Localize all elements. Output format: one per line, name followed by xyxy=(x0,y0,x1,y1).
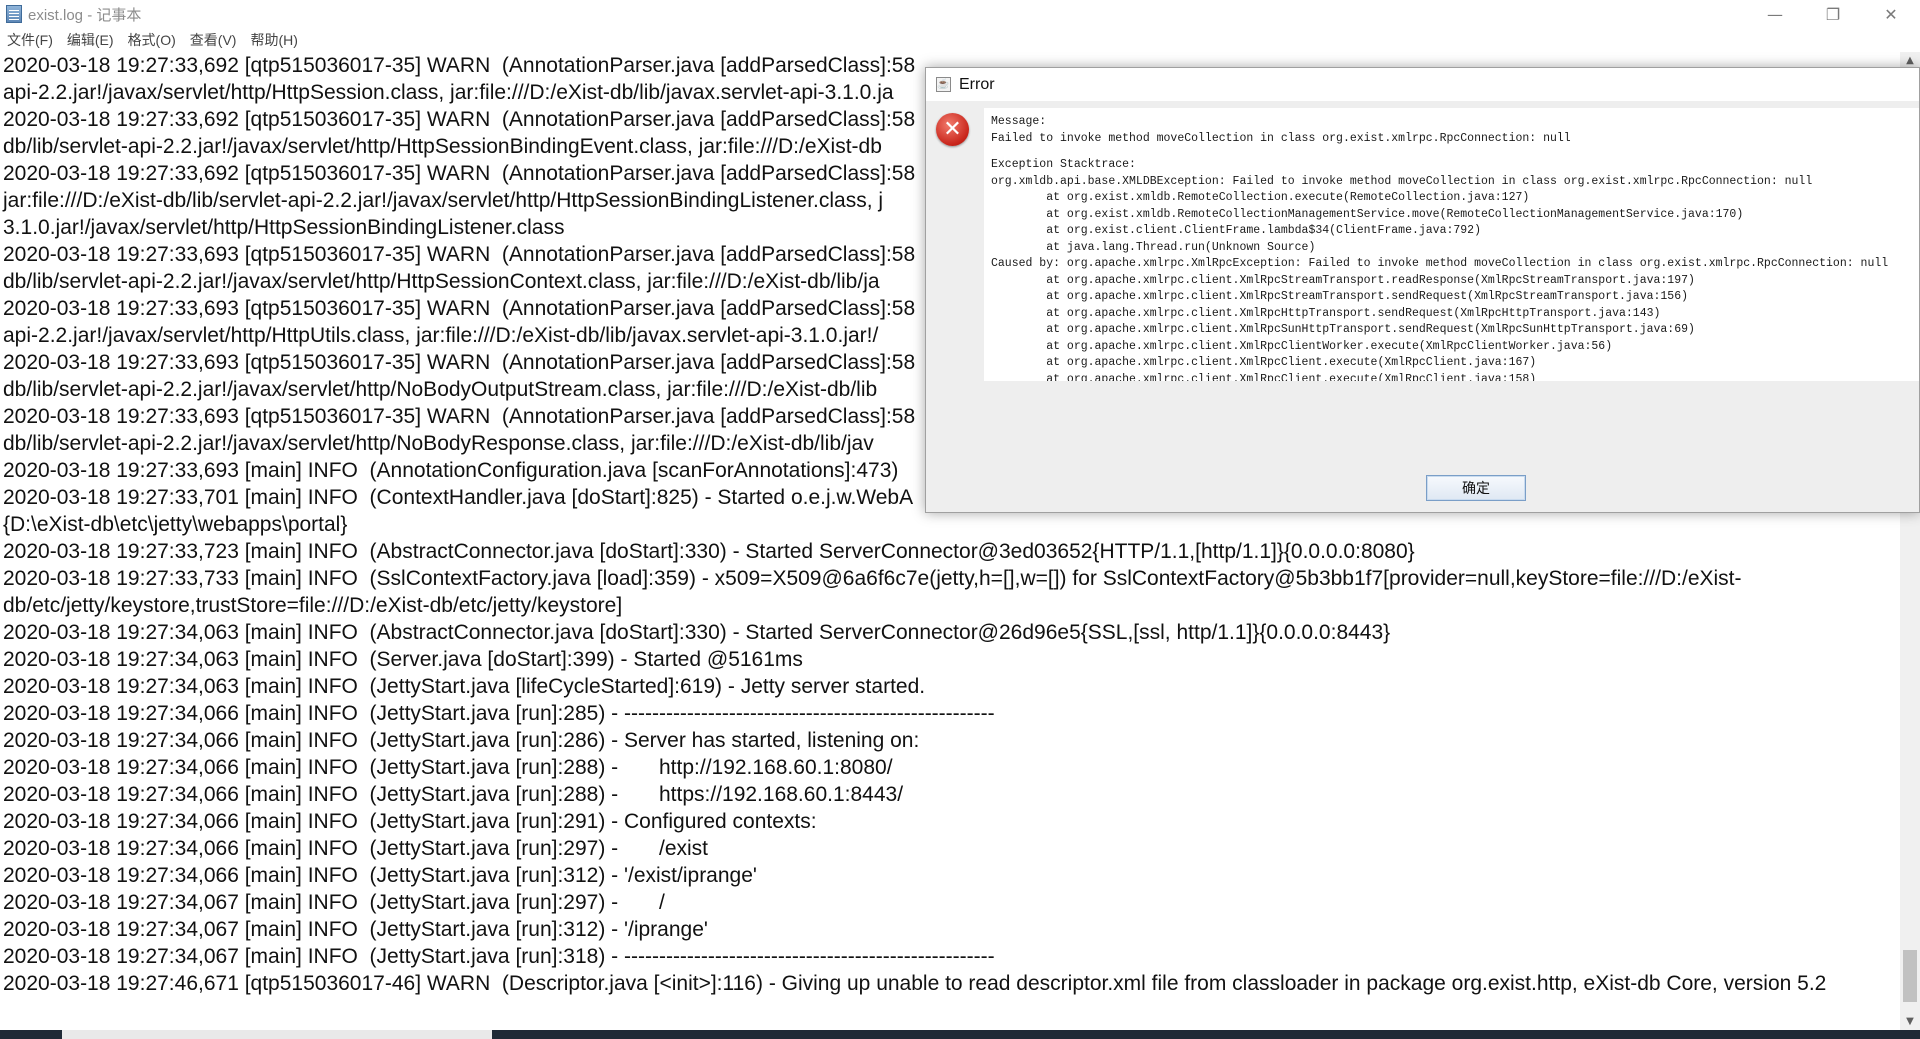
maximize-button[interactable]: ❐ xyxy=(1804,0,1862,28)
window-controls: — ❐ ✕ xyxy=(1746,0,1920,28)
log-line: 2020-03-18 19:27:34,067 [main] INFO (Jet… xyxy=(3,918,708,941)
stacktrace-line: at org.apache.xmlrpc.client.XmlRpcClient… xyxy=(991,356,1537,369)
log-line: 2020-03-18 19:27:34,066 [main] INFO (Jet… xyxy=(3,729,920,752)
log-line: 2020-03-18 19:27:34,067 [main] INFO (Jet… xyxy=(3,891,665,914)
log-line: 2020-03-18 19:27:33,733 [main] INFO (Ssl… xyxy=(3,567,1742,590)
stacktrace-line: at org.exist.xmldb.RemoteCollection.exec… xyxy=(991,191,1530,204)
taskbar xyxy=(0,1030,1920,1039)
stacktrace-line: at org.apache.xmlrpc.client.XmlRpcSunHtt… xyxy=(991,323,1695,336)
log-line: 2020-03-18 19:27:34,066 [main] INFO (Jet… xyxy=(3,702,995,725)
log-line: 2020-03-18 19:27:34,066 [main] INFO (Jet… xyxy=(3,756,893,779)
notepad-icon xyxy=(6,5,22,23)
log-line: {D:\eXist-db\etc\jetty\webapps\portal} xyxy=(3,513,348,536)
dialog-title-bar[interactable]: ☕ Error xyxy=(926,68,1919,101)
taskbar-search-box[interactable] xyxy=(62,1030,492,1039)
error-icon: ✕ xyxy=(936,113,969,146)
stacktrace-label: Exception Stacktrace: xyxy=(991,158,1136,171)
menu-help[interactable]: 帮助(H) xyxy=(243,30,304,50)
menu-view[interactable]: 查看(V) xyxy=(183,30,244,50)
log-line: 2020-03-18 19:27:34,066 [main] INFO (Jet… xyxy=(3,783,904,806)
log-line: 2020-03-18 19:27:34,066 [main] INFO (Jet… xyxy=(3,837,709,860)
notepad-title-bar[interactable]: exist.log - 记事本 — ❐ ✕ xyxy=(0,0,1920,28)
java-icon: ☕ xyxy=(936,77,951,92)
close-button[interactable]: ✕ xyxy=(1862,0,1920,28)
stacktrace-line: org.xmldb.api.base.XMLDBException: Faile… xyxy=(991,174,1813,188)
minimize-button[interactable]: — xyxy=(1746,0,1804,28)
stacktrace-line: at java.lang.Thread.run(Unknown Source) xyxy=(991,240,1316,254)
log-line: 2020-03-18 19:27:34,063 [main] INFO (Jet… xyxy=(3,675,926,698)
message-text: Failed to invoke method moveCollection i… xyxy=(991,131,1571,145)
menu-format[interactable]: 格式(O) xyxy=(121,30,183,50)
log-line: 2020-03-18 19:27:34,066 [main] INFO (Jet… xyxy=(3,810,817,833)
scroll-down-arrow-icon[interactable]: ▼ xyxy=(1900,1013,1920,1030)
ok-button[interactable]: 确定 xyxy=(1426,475,1526,501)
menu-file[interactable]: 文件(F) xyxy=(0,30,60,50)
message-label: Message: xyxy=(991,115,1047,128)
window-title: exist.log - 记事本 xyxy=(28,6,142,24)
stacktrace-line: at org.exist.xmldb.RemoteCollectionManag… xyxy=(991,207,1744,221)
stacktrace-line: Caused by: org.apache.xmlrpc.XmlRpcExcep… xyxy=(991,257,1889,270)
stacktrace-line: at org.apache.xmlrpc.client.XmlRpcHttpTr… xyxy=(991,306,1661,320)
message-text-area[interactable]: Message: Failed to invoke method moveCol… xyxy=(984,108,1919,381)
stacktrace-line: at org.apache.xmlrpc.client.XmlRpcStream… xyxy=(991,290,1689,303)
menu-edit[interactable]: 编辑(E) xyxy=(60,30,121,50)
log-line: 2020-03-18 19:27:34,067 [main] INFO (Jet… xyxy=(3,945,995,968)
stacktrace-line: at org.apache.xmlrpc.client.XmlRpcClient… xyxy=(991,339,1613,353)
menu-bar: 文件(F) 编辑(E) 格式(O) 查看(V) 帮助(H) xyxy=(0,28,1920,52)
dialog-body: ✕ Message: Failed to invoke method moveC… xyxy=(926,101,1919,512)
log-line: 2020-03-18 19:27:34,063 [main] INFO (Ser… xyxy=(3,648,803,671)
error-dialog: ☕ Error ✕ Message: Failed to invoke meth… xyxy=(925,67,1920,513)
log-line: 2020-03-18 19:27:34,063 [main] INFO (Abs… xyxy=(3,621,1391,644)
scrollbar-thumb[interactable] xyxy=(1903,950,1917,1002)
log-line: 2020-03-18 19:27:34,066 [main] INFO (Jet… xyxy=(3,864,757,887)
dialog-title: Error xyxy=(959,75,995,93)
log-line: 2020-03-18 19:27:46,671 [qtp515036017-46… xyxy=(3,972,1827,995)
stacktrace-line: at org.apache.xmlrpc.client.XmlRpcStream… xyxy=(991,273,1695,287)
stacktrace-line: at org.apache.xmlrpc.client.XmlRpcClient… xyxy=(991,372,1537,382)
stacktrace-line: at org.exist.client.ClientFrame.lambda$3… xyxy=(991,224,1481,237)
log-line: 2020-03-18 19:27:33,723 [main] INFO (Abs… xyxy=(3,540,1415,563)
log-line: db/etc/jetty/keystore,trustStore=file://… xyxy=(3,594,623,617)
